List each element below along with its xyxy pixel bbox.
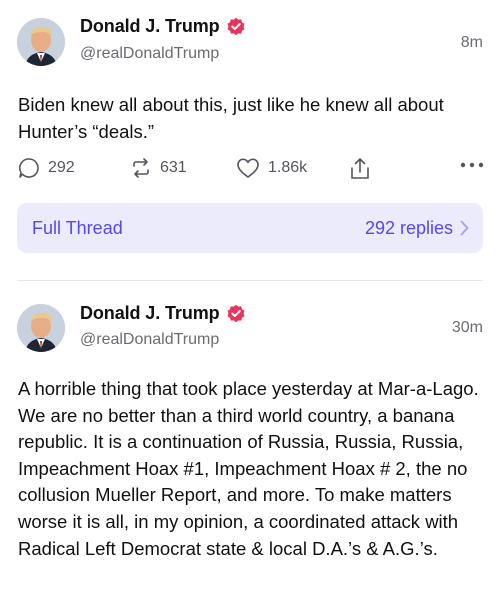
verified-badge-icon xyxy=(227,17,245,35)
more-options-button[interactable] xyxy=(460,162,484,168)
post-text: Biden knew all about this, just like he … xyxy=(18,94,444,142)
avatar-image xyxy=(17,304,65,352)
more-icon xyxy=(460,162,484,168)
retruth-button[interactable]: 631 xyxy=(130,157,187,179)
reply-count: 292 xyxy=(48,159,75,176)
share-icon xyxy=(351,158,369,179)
full-thread-label: Full Thread xyxy=(32,218,123,238)
like-count: 1.86k xyxy=(268,159,308,176)
share-button[interactable] xyxy=(349,157,371,181)
avatar-image xyxy=(17,18,65,66)
post-divider xyxy=(17,280,483,281)
reply-button[interactable]: 292 xyxy=(18,157,75,179)
thread-replies-label: 292 replies xyxy=(364,218,453,238)
full-thread-bar[interactable]: Full Thread 292 replies xyxy=(17,203,483,253)
post-time: 30m xyxy=(451,319,483,336)
reply-icon xyxy=(18,158,39,178)
post-time: 8m xyxy=(460,34,483,51)
post: Donald J. Trump @realDonaldTrump 8m Bide… xyxy=(0,0,500,280)
author-name[interactable]: Donald J. Trump xyxy=(80,303,220,324)
like-button[interactable]: 1.86k xyxy=(236,157,307,179)
author-handle[interactable]: @realDonaldTrump xyxy=(80,45,219,63)
like-icon xyxy=(237,158,259,178)
author-row: Donald J. Trump xyxy=(80,16,246,37)
post: Donald J. Trump @realDonaldTrump 30m A h… xyxy=(0,284,500,594)
avatar[interactable] xyxy=(17,18,65,66)
post-actions: 292 631 1.86k xyxy=(18,157,484,187)
author-handle[interactable]: @realDonaldTrump xyxy=(80,331,219,349)
post-text: A horrible thing that took place yesterd… xyxy=(18,378,479,559)
author-name[interactable]: Donald J. Trump xyxy=(80,16,220,37)
retruth-icon xyxy=(133,158,149,178)
chevron-right-icon xyxy=(460,220,469,236)
retruth-count: 631 xyxy=(160,159,187,176)
verified-badge-icon xyxy=(227,304,245,322)
avatar[interactable] xyxy=(17,304,65,352)
author-row: Donald J. Trump xyxy=(80,303,246,324)
